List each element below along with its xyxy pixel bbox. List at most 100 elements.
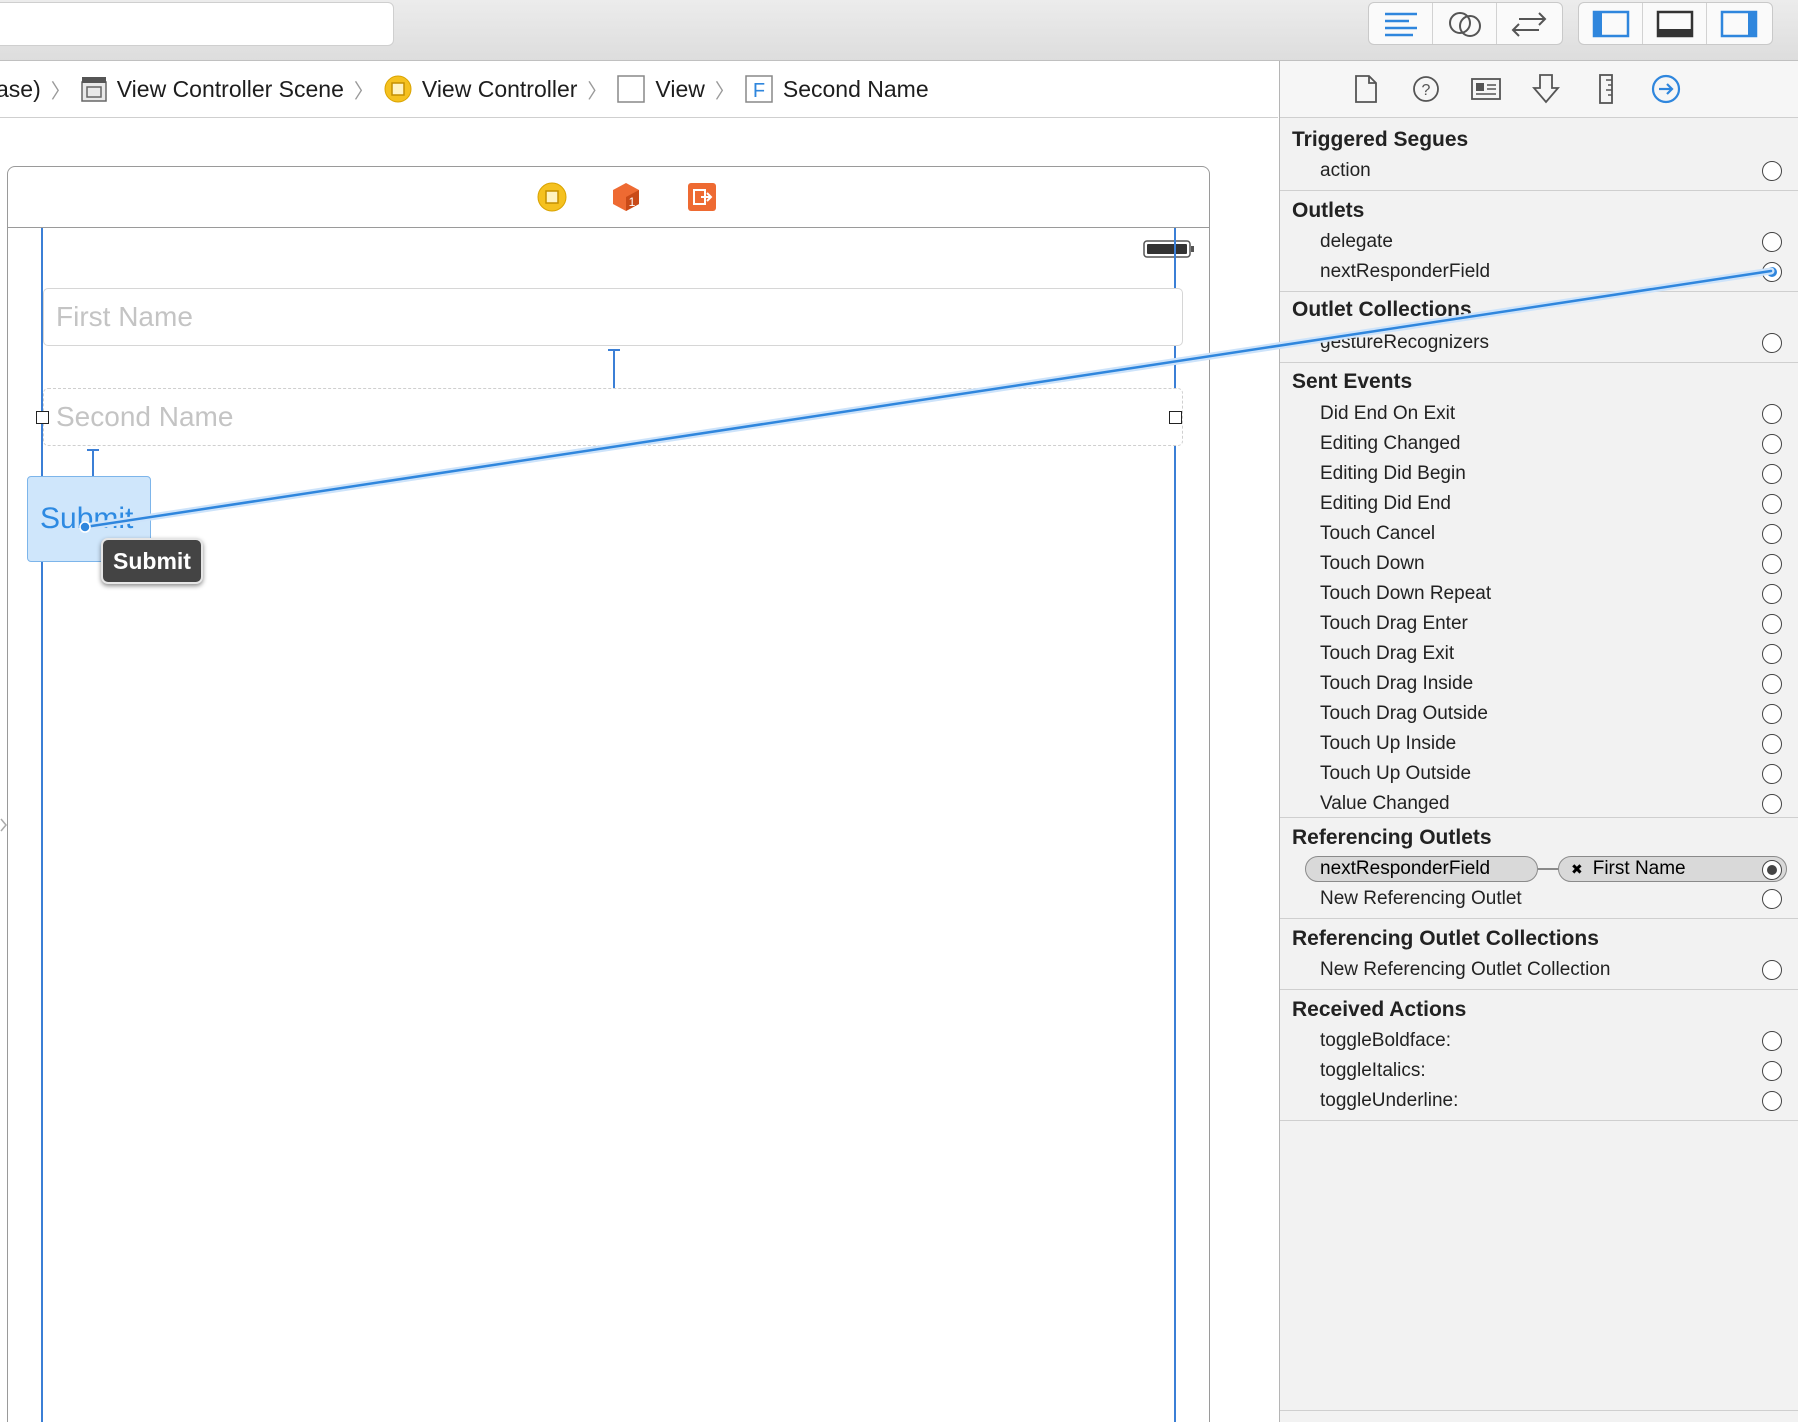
navigator-toggle-button[interactable] [1579, 3, 1643, 44]
editor-mode-group [1368, 2, 1563, 45]
connection-socket[interactable] [1762, 161, 1782, 181]
connection-label: New Referencing Outlet Collection [1320, 959, 1611, 980]
breadcrumb: ase) 〉 View Controller Scene 〉 View Cont… [0, 61, 1278, 118]
breadcrumb-separator-icon: 〉 [587, 80, 608, 103]
connection-socket[interactable] [1762, 734, 1782, 754]
drag-tooltip: Submit [101, 538, 203, 584]
activity-field[interactable] [0, 2, 394, 46]
connection-label: Editing Did End [1320, 493, 1451, 514]
connection-socket[interactable] [1762, 1061, 1782, 1081]
debug-area-toggle-icon [1656, 10, 1693, 37]
received-action-row: toggleUnderline: [1320, 1090, 1770, 1112]
assistant-editor-icon [1448, 11, 1481, 37]
battery-icon [1143, 238, 1195, 265]
first-responder-icon[interactable]: 1 [611, 182, 641, 217]
section-title: Triggered Segues [1292, 128, 1469, 151]
connection-label: toggleItalics: [1320, 1060, 1426, 1081]
navigator-toggle-icon [1592, 10, 1629, 37]
connection-socket[interactable] [1762, 584, 1782, 604]
section-referencing-outlets: Referencing Outlets nextResponderField ✖… [1280, 818, 1798, 919]
sent-event-row: Value Changed [1320, 793, 1770, 815]
breadcrumb-item-second-name[interactable]: F Second Name [745, 61, 929, 117]
connection-socket[interactable] [1762, 1091, 1782, 1111]
connection-socket[interactable] [1762, 794, 1782, 814]
referencing-outlet-pill[interactable]: nextResponderField [1305, 856, 1538, 882]
connection-label: New Referencing Outlet [1320, 888, 1522, 909]
second-name-field[interactable]: Second Name [43, 388, 1183, 446]
connection-label: Did End On Exit [1320, 403, 1456, 424]
sent-event-row: Touch Cancel [1320, 523, 1770, 545]
sent-event-row: Touch Drag Exit [1320, 643, 1770, 665]
connection-socket[interactable] [1762, 960, 1782, 980]
connection-row-delegate: delegate [1320, 231, 1770, 253]
breadcrumb-item-view-controller[interactable]: View Controller [384, 61, 578, 117]
remove-connection-icon[interactable]: ✖ [1571, 861, 1583, 878]
connection-socket-connected[interactable] [1762, 860, 1782, 880]
resize-handle-left[interactable] [36, 411, 49, 424]
connection-socket-connected[interactable] [1762, 262, 1782, 282]
attributes-inspector-icon[interactable] [1530, 73, 1562, 105]
breadcrumb-label: Second Name [782, 75, 929, 102]
breadcrumb-separator-icon: 〉 [353, 80, 374, 103]
connection-socket[interactable] [1762, 524, 1782, 544]
connection-label: Touch Cancel [1320, 523, 1436, 544]
assistant-editor-button[interactable] [1433, 3, 1497, 44]
referencing-outlet-target-pill[interactable]: ✖ First Name [1558, 856, 1787, 882]
sent-event-row: Touch Drag Inside [1320, 673, 1770, 695]
referencing-outlet-target: First Name [1592, 858, 1686, 879]
exit-icon[interactable] [687, 182, 717, 217]
connection-socket[interactable] [1762, 404, 1782, 424]
breadcrumb-item-scene[interactable]: View Controller Scene [81, 61, 344, 117]
connection-socket[interactable] [1762, 1031, 1782, 1051]
connection-socket[interactable] [1762, 644, 1782, 664]
connection-socket[interactable] [1762, 674, 1782, 694]
debug-area-toggle-button[interactable] [1643, 3, 1707, 44]
connection-socket[interactable] [1762, 704, 1782, 724]
svg-text:?: ? [1422, 82, 1431, 99]
size-inspector-icon[interactable] [1590, 73, 1622, 105]
connection-socket[interactable] [1762, 464, 1782, 484]
drag-tooltip-label: Submit [113, 547, 191, 574]
connection-label: action [1320, 160, 1371, 181]
connection-socket[interactable] [1762, 554, 1782, 574]
submit-button-label: Submit [40, 502, 134, 535]
connections-inspector: ? Triggered Segues action Outlets delega… [1279, 61, 1798, 1422]
sent-event-row: Editing Did Begin [1320, 463, 1770, 485]
file-inspector-icon[interactable] [1350, 73, 1382, 105]
connection-label: delegate [1320, 231, 1393, 252]
connection-socket[interactable] [1762, 764, 1782, 784]
view-controller-icon[interactable] [537, 182, 567, 217]
view-controller-scene[interactable]: 1 First Name Second Name Submit Submit [7, 166, 1210, 1422]
vertical-spacing-constraint-icon [608, 349, 620, 391]
sent-event-row: Touch Up Inside [1320, 733, 1770, 755]
breadcrumb-item-view[interactable]: View [617, 61, 705, 117]
connection-socket[interactable] [1762, 333, 1782, 353]
root-view[interactable]: First Name Second Name Submit Submit [8, 228, 1209, 1422]
sent-event-row: Touch Up Outside [1320, 763, 1770, 785]
view-icon [617, 75, 646, 103]
standard-editor-button[interactable] [1369, 3, 1433, 44]
utilities-toggle-button[interactable] [1707, 3, 1770, 44]
version-editor-icon [1511, 11, 1546, 37]
version-editor-button[interactable] [1497, 3, 1560, 44]
scene-icon [81, 76, 107, 102]
connection-label: Editing Did Begin [1320, 463, 1466, 484]
breadcrumb-label: View Controller [421, 75, 578, 102]
connection-socket[interactable] [1762, 494, 1782, 514]
quick-help-icon[interactable]: ? [1410, 73, 1442, 105]
connection-socket[interactable] [1762, 614, 1782, 634]
toolbar [0, 0, 1798, 61]
connection-row-next-responder-field: nextResponderField [1320, 261, 1770, 283]
breadcrumb-item-storyboard[interactable]: ase) [0, 61, 41, 117]
connections-inspector-icon[interactable] [1650, 73, 1682, 105]
resize-handle-right[interactable] [1169, 411, 1182, 424]
sent-event-row: Touch Down [1320, 553, 1770, 575]
section-title: Received Actions [1292, 998, 1467, 1021]
first-name-field[interactable]: First Name [43, 288, 1183, 346]
connection-socket[interactable] [1762, 889, 1782, 909]
identity-inspector-icon[interactable] [1470, 73, 1502, 105]
sent-event-row: Touch Drag Enter [1320, 613, 1770, 635]
section-received-actions: Received Actions toggleBoldface: toggleI… [1280, 990, 1798, 1121]
connection-socket[interactable] [1762, 232, 1782, 252]
connection-socket[interactable] [1762, 434, 1782, 454]
